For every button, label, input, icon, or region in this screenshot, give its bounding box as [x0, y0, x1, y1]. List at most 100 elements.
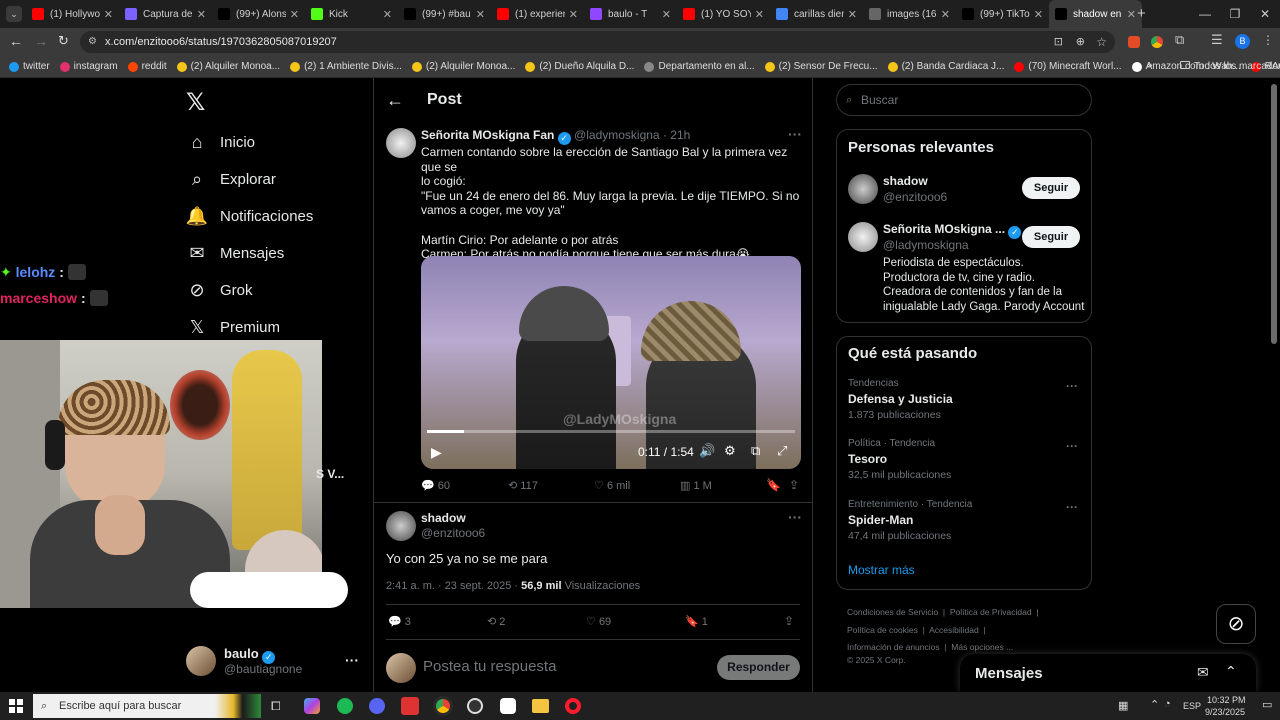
- forward-icon[interactable]: →: [34, 33, 48, 49]
- bookmark-item[interactable]: (2) Sensor De Frecu...: [760, 61, 883, 72]
- quoted-views-action[interactable]: ▥ 1 M: [680, 479, 712, 492]
- trend-more-icon[interactable]: ···: [1066, 500, 1078, 514]
- footer-link[interactable]: Más opciones ...: [951, 642, 1013, 652]
- browser-tab[interactable]: shadow en X ✕: [1049, 0, 1142, 28]
- video-progress-track[interactable]: [427, 430, 795, 433]
- close-tab-icon[interactable]: ✕: [941, 8, 950, 21]
- messages-drawer[interactable]: Mensajes ✉ ⌃: [960, 654, 1256, 692]
- footer-link[interactable]: Política de Privacidad: [950, 607, 1032, 617]
- browser-tab[interactable]: (99+) #bau ✕: [398, 0, 491, 28]
- trend-name[interactable]: Defensa y Justicia: [848, 392, 953, 406]
- file-explorer-icon[interactable]: [532, 699, 549, 713]
- close-tab-icon[interactable]: ✕: [104, 8, 113, 21]
- close-tab-icon[interactable]: ✕: [290, 8, 299, 21]
- nav-item-notificaciones[interactable]: 🔔 Notificaciones: [186, 205, 314, 227]
- trend-name[interactable]: Spider-Man: [848, 513, 913, 527]
- quoted-bookmark-icon[interactable]: 🔖: [766, 478, 781, 492]
- search-input[interactable]: ⌕ Buscar: [836, 84, 1092, 116]
- x-logo[interactable]: 𝕏: [186, 88, 205, 117]
- footer-link[interactable]: Condiciones de Servicio: [847, 607, 938, 617]
- close-tab-icon[interactable]: ✕: [662, 8, 671, 21]
- settings-icon[interactable]: ⚙: [724, 443, 736, 459]
- language-indicator[interactable]: ESP: [1183, 701, 1201, 711]
- footer-link[interactable]: Información de anuncios: [847, 642, 940, 652]
- bookmark-item[interactable]: (2) Alquiler Monoa...: [407, 61, 521, 72]
- browser-tab[interactable]: (99+) Alonso ✕: [212, 0, 305, 28]
- bookmark-item[interactable]: reddit: [123, 61, 172, 72]
- puzzle-icon[interactable]: ⧉: [1175, 32, 1184, 48]
- back-arrow-icon[interactable]: ←: [386, 90, 404, 111]
- bookmark-item[interactable]: Departamento en al...: [639, 61, 759, 72]
- close-tab-icon[interactable]: ✕: [755, 8, 764, 21]
- quoted-handle[interactable]: @ladymoskigna: [574, 128, 660, 142]
- trend-more-icon[interactable]: ···: [1066, 439, 1078, 453]
- zoom-icon[interactable]: ⊕: [1076, 31, 1085, 53]
- discord-icon[interactable]: [369, 698, 385, 714]
- star-icon[interactable]: ☆: [1096, 31, 1107, 53]
- close-tab-icon[interactable]: ✕: [197, 8, 206, 21]
- chrome-extension-icon[interactable]: [1151, 36, 1163, 48]
- expand-icon[interactable]: ⌃: [1225, 663, 1237, 680]
- all-bookmarks[interactable]: Todos los marcadores: [1180, 61, 1280, 72]
- show-more-link[interactable]: Mostrar más: [848, 563, 915, 577]
- person-name[interactable]: Señorita MOskigna ... ✓: [883, 222, 1022, 239]
- quoted-more-icon[interactable]: ···: [788, 126, 802, 142]
- install-icon[interactable]: ⊡: [1054, 31, 1063, 53]
- nav-item-explorar[interactable]: ⌕ Explorar: [186, 168, 276, 190]
- bookmark-item[interactable]: (2) Alquiler Monoa...: [172, 61, 286, 72]
- footer-link[interactable]: Política de cookies: [847, 625, 918, 635]
- reply-like-action[interactable]: ♡ 69: [586, 615, 611, 628]
- browser-tab[interactable]: (1) experien ✕: [491, 0, 584, 28]
- trend-more-icon[interactable]: ···: [1066, 379, 1078, 393]
- reply-repost-action[interactable]: ⟲ 2: [487, 615, 505, 628]
- extension-icon[interactable]: [1128, 36, 1140, 48]
- bookmark-item[interactable]: (2) Banda Cardiaca J...: [883, 61, 1010, 72]
- bookmark-item[interactable]: twitter: [4, 61, 55, 72]
- volume-icon[interactable]: 🔊: [699, 443, 715, 459]
- browser-tab[interactable]: carillas dient ✕: [770, 0, 863, 28]
- nav-item-grok[interactable]: ⊘ Grok: [186, 279, 252, 301]
- quoted-reply-action[interactable]: 💬 60: [421, 479, 450, 492]
- obs-icon[interactable]: [467, 698, 483, 714]
- copilot-icon[interactable]: [304, 698, 320, 714]
- browser-tab[interactable]: Captura de p ✕: [119, 0, 212, 28]
- reply-time[interactable]: 2:41 a. m. · 23 sept. 2025 ·: [386, 580, 518, 592]
- new-tab-button[interactable]: +: [1137, 5, 1146, 22]
- browser-tab[interactable]: Kick ✕: [305, 0, 398, 28]
- reply-button[interactable]: Responder: [717, 655, 800, 680]
- quoted-share-icon[interactable]: ⇪: [789, 478, 799, 492]
- reply-reply-action[interactable]: 💬 3: [388, 615, 411, 628]
- menu-icon[interactable]: ⋮: [1262, 33, 1274, 47]
- quoted-like-action[interactable]: ♡ 6 mil: [594, 479, 630, 492]
- task-view-icon[interactable]: ⧠: [271, 699, 281, 714]
- nav-item-premium[interactable]: 𝕏 Premium: [186, 316, 280, 338]
- grok-float-button[interactable]: ⊘: [1216, 604, 1256, 644]
- person-avatar[interactable]: [848, 222, 878, 252]
- follow-button[interactable]: Seguir: [1022, 226, 1080, 248]
- maximize-button[interactable]: ❐: [1220, 0, 1250, 28]
- bookmark-item[interactable]: (2) 1 Ambiente Divis...: [285, 61, 407, 72]
- spotify-icon[interactable]: [337, 698, 353, 714]
- quoted-repost-action[interactable]: ⟲ 117: [508, 479, 538, 492]
- bookmark-item[interactable]: (70) Minecraft Worl...: [1009, 61, 1126, 72]
- trend-name[interactable]: Tesoro: [848, 452, 887, 466]
- reply-bookmark-action[interactable]: 🔖 1: [685, 615, 708, 628]
- bookmark-item[interactable]: instagram: [55, 61, 123, 72]
- footer-link[interactable]: Accesibilidad: [929, 625, 979, 635]
- browser-tab[interactable]: (1) YO SOY S ✕: [677, 0, 770, 28]
- bookmarks-more[interactable]: »: [1147, 60, 1153, 71]
- chrome-taskbar-icon[interactable]: [433, 696, 453, 716]
- close-tab-icon[interactable]: ✕: [1034, 8, 1043, 21]
- reply-avatar[interactable]: [386, 511, 416, 541]
- browser-tab[interactable]: images (16 ✕: [863, 0, 956, 28]
- taskbar-search[interactable]: ⌕ Escribe aquí para buscar: [33, 694, 261, 718]
- close-tab-icon[interactable]: ✕: [383, 8, 392, 21]
- close-tab-icon[interactable]: ✕: [569, 8, 578, 21]
- quoted-time[interactable]: 21h: [670, 128, 690, 142]
- close-tab-icon[interactable]: ✕: [848, 8, 857, 21]
- reply-name[interactable]: shadow: [421, 511, 466, 525]
- reply-share-icon[interactable]: ⇪: [784, 614, 794, 628]
- video-player[interactable]: @LadyMOskigna ▶ 0:11 / 1:54 🔊 ⚙ ⧉ ⤢: [421, 256, 801, 469]
- clock-time[interactable]: 10:32 PM: [1207, 695, 1246, 705]
- keyboard-icon[interactable]: ▦: [1118, 699, 1128, 712]
